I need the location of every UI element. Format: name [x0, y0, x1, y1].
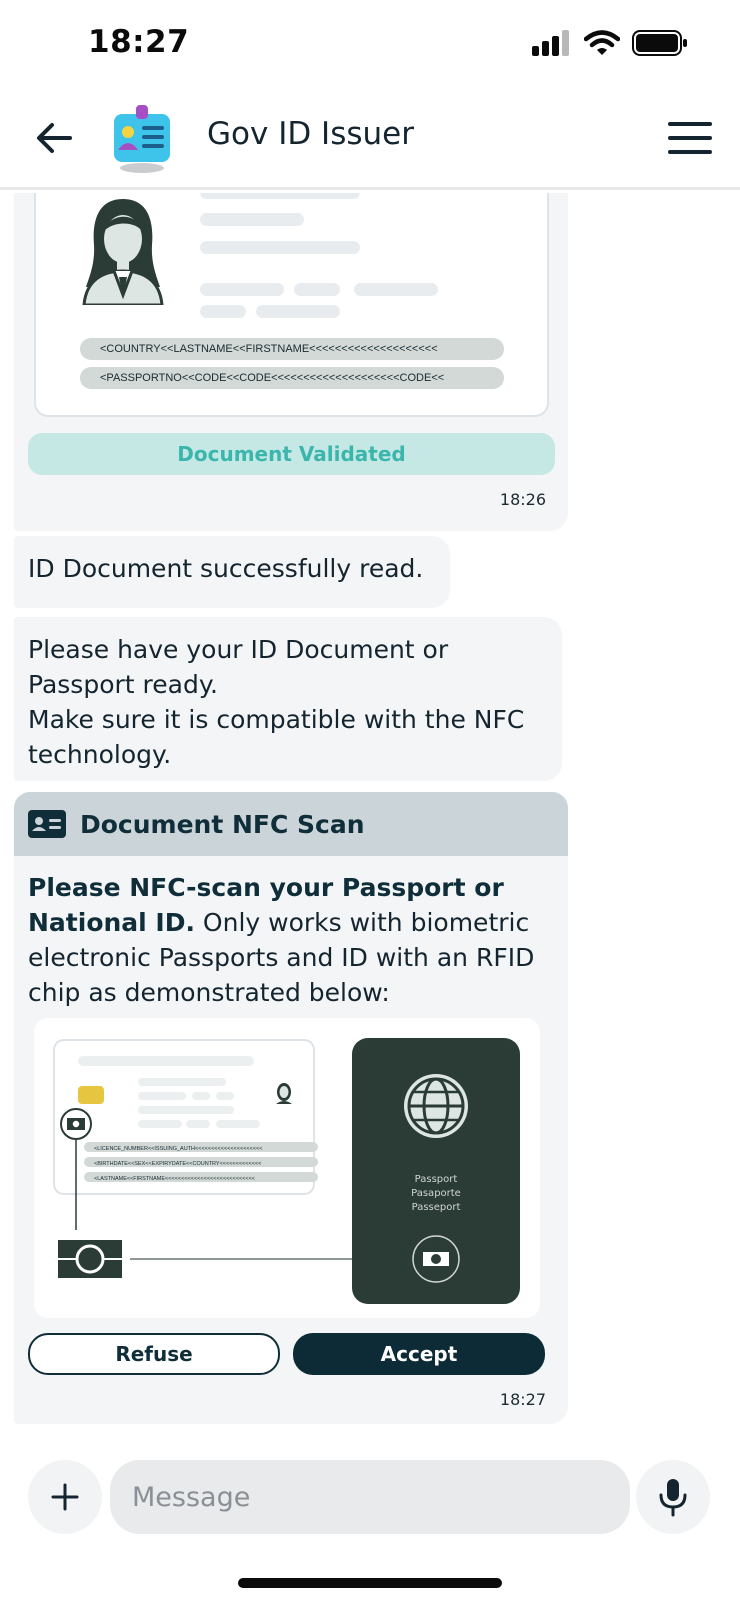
message-timestamp: 18:27	[499, 1390, 546, 1409]
message-text-line: Make sure it is compatible with the NFC	[28, 705, 525, 734]
refuse-button[interactable]: Refuse	[28, 1333, 280, 1375]
passport-preview-card: <COUNTRY<<LASTNAME<<FIRSTNAME<<<<<<<<<<<…	[34, 193, 549, 417]
id-badge-icon	[114, 105, 170, 173]
placeholder-line	[200, 241, 360, 254]
microphone-button[interactable]	[636, 1460, 710, 1534]
person-portrait-icon	[82, 199, 164, 305]
back-button[interactable]	[30, 114, 78, 162]
cellular-signal-icon	[532, 30, 569, 56]
microphone-icon	[659, 1479, 687, 1517]
message-timestamp: 18:26	[499, 490, 546, 509]
battery-icon	[632, 30, 687, 56]
message-composer	[0, 1448, 740, 1538]
mrz-line: <PASSPORTNO<<CODE<<CODE<<<<<<<<<<<<<<<<<…	[80, 367, 504, 389]
mrz-line: <COUNTRY<<LASTNAME<<FIRSTNAME<<<<<<<<<<<…	[80, 338, 504, 360]
menu-line	[668, 136, 712, 140]
id-mrz-line: <BIRTHDATE<<SEX<<EXPIRYDATE<<COUNTRY<<<<…	[94, 1161, 261, 1167]
status-icons	[532, 30, 688, 56]
id-card-icon	[28, 810, 66, 838]
passport-label: Passport	[415, 1174, 458, 1185]
chat-message: Please have your ID Document or Passport…	[14, 617, 562, 781]
placeholder-line	[294, 283, 340, 296]
placeholder-line	[200, 305, 246, 318]
app-header: Gov ID Issuer	[0, 92, 740, 190]
nfc-card-description: Please NFC-scan your Passport or Nationa…	[28, 870, 554, 1010]
placeholder-line	[200, 193, 360, 199]
placeholder-line	[200, 213, 304, 226]
issuer-avatar[interactable]	[108, 102, 176, 178]
arrow-left-icon	[37, 123, 72, 153]
id-mrz-line: <LICENCE_NUMBER<<ISSUING_AUTH<<<<<<<<<<<…	[94, 1146, 262, 1152]
passport-label: Passeport	[412, 1202, 461, 1213]
message-text: ID Document successfully read.	[28, 554, 424, 583]
menu-button[interactable]	[666, 118, 714, 158]
nfc-chip-diagram: <LICENCE_NUMBER<<ISSUING_AUTH<<<<<<<<<<<…	[53, 1038, 520, 1304]
message-input[interactable]	[110, 1460, 630, 1534]
home-indicator[interactable]	[238, 1578, 502, 1588]
id-mrz-line: <LASTNAME<<FIRSTNAME<<<<<<<<<<<<<<<<<<<<…	[94, 1176, 255, 1182]
message-text-line: technology.	[28, 740, 172, 769]
placeholder-line	[354, 283, 438, 296]
placeholder-line	[256, 305, 340, 318]
plus-icon	[51, 1483, 79, 1511]
status-bar: 18:27	[0, 0, 740, 92]
status-time: 18:27	[88, 24, 190, 60]
nfc-card-header: Document NFC Scan	[14, 792, 568, 856]
placeholder-line	[200, 283, 284, 296]
nfc-scan-request-card: Document NFC Scan Please NFC-scan your P…	[14, 792, 568, 1424]
chat-message: ID Document successfully read.	[14, 536, 450, 608]
passport-label: Pasaporte	[411, 1188, 461, 1199]
chat-thread[interactable]: <COUNTRY<<LASTNAME<<FIRSTNAME<<<<<<<<<<<…	[0, 193, 740, 1433]
validated-document-message: <COUNTRY<<LASTNAME<<FIRSTNAME<<<<<<<<<<<…	[14, 193, 568, 531]
accept-button[interactable]: Accept	[293, 1333, 545, 1375]
nfc-illustration: <LICENCE_NUMBER<<ISSUING_AUTH<<<<<<<<<<<…	[34, 1018, 540, 1318]
menu-line	[668, 122, 712, 126]
message-text-line: Passport ready.	[28, 670, 218, 699]
attach-button[interactable]	[28, 1460, 102, 1534]
wifi-icon	[584, 30, 620, 55]
document-validated-badge: Document Validated	[28, 433, 555, 475]
page-title: Gov ID Issuer	[207, 116, 414, 152]
nfc-card-title: Document NFC Scan	[80, 809, 365, 839]
message-text-line: Please have your ID Document or	[28, 635, 449, 664]
menu-line	[668, 150, 712, 154]
